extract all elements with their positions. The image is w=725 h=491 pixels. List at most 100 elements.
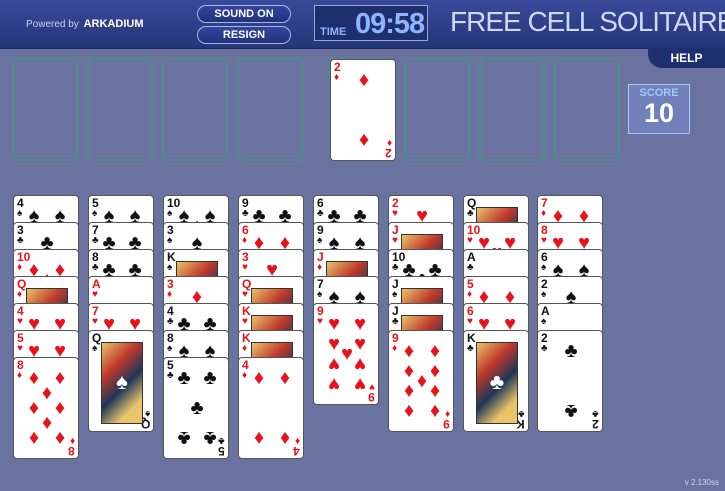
diamonds-icon: ♦ xyxy=(253,367,265,389)
tableau-card[interactable]: 8 ♦ 8 ♦ ♦ ♦ ♦ ♦ ♦ ♦ ♦ ♦ xyxy=(13,357,79,459)
version-label: v 2.130ss xyxy=(684,478,719,487)
header-bar: Powered by ARKADIUM SOUND ON RESIGN TIME… xyxy=(0,0,725,49)
clubs-icon: ♣ xyxy=(564,340,578,362)
tableau-card[interactable]: K ♣ K ♣ ♣ xyxy=(463,330,529,432)
score-box: SCORE 10 xyxy=(628,84,690,134)
clubs-icon: ♣ xyxy=(92,262,99,273)
diamonds-icon: ♦ xyxy=(541,208,547,219)
diamonds-icon: ♦ xyxy=(294,435,300,446)
clubs-icon: ♣ xyxy=(203,427,217,449)
hearts-icon: ♥ xyxy=(92,289,98,300)
tableau-card[interactable]: Q ♠ Q ♠ ♠ xyxy=(88,330,154,432)
diamonds-icon: ♦ xyxy=(17,262,23,273)
diamonds-icon: ♦ xyxy=(317,262,323,273)
foundation-4[interactable] xyxy=(554,58,620,161)
score-value: 10 xyxy=(643,98,675,128)
timer: TIME 09:58 xyxy=(314,5,428,41)
diamonds-icon: ♦ xyxy=(334,72,340,83)
foundation-2[interactable] xyxy=(404,58,470,161)
tableau-card[interactable]: 2 ♣ 2 ♣ ♣ ♣ xyxy=(537,330,603,432)
clubs-icon: ♣ xyxy=(167,316,174,327)
hearts-icon: ♥ xyxy=(354,373,366,395)
diamonds-icon: ♦ xyxy=(467,289,473,300)
hearts-icon: ♥ xyxy=(392,208,398,219)
diamonds-icon: ♦ xyxy=(358,69,370,91)
help-button[interactable]: HELP xyxy=(648,48,725,68)
brand-logo[interactable]: ARKADIUM xyxy=(84,18,144,30)
spades-icon: ♠ xyxy=(317,289,323,300)
hearts-icon: ♥ xyxy=(328,373,340,395)
diamonds-icon: ♦ xyxy=(17,289,23,300)
card-rank-bottom: 2 xyxy=(385,146,392,160)
hearts-icon: ♥ xyxy=(328,313,340,335)
hearts-icon: ♥ xyxy=(92,316,98,327)
hearts-icon: ♥ xyxy=(317,316,323,327)
free-cell-2[interactable] xyxy=(87,58,153,161)
spades-icon: ♠ xyxy=(167,343,173,354)
diamonds-icon: ♦ xyxy=(386,137,392,148)
clubs-icon: ♣ xyxy=(203,367,217,389)
clubs-icon: ♣ xyxy=(592,408,599,419)
foundation-card[interactable]: 2 ♦ 2 ♦ ♦ ♦ xyxy=(330,59,396,161)
court-figure: ♣ xyxy=(476,342,518,424)
clubs-icon: ♣ xyxy=(177,427,191,449)
spades-icon: ♠ xyxy=(167,208,173,219)
free-cell-1[interactable] xyxy=(12,58,78,161)
free-cell-3[interactable] xyxy=(162,58,228,161)
clubs-icon: ♣ xyxy=(541,343,548,354)
hearts-icon: ♥ xyxy=(392,235,398,246)
timer-label: TIME xyxy=(320,26,347,38)
resign-button[interactable]: RESIGN xyxy=(197,26,291,44)
spades-icon: ♠ xyxy=(541,289,547,300)
diamonds-icon: ♦ xyxy=(444,408,450,419)
timer-value: 09:58 xyxy=(355,8,425,40)
diamonds-icon: ♦ xyxy=(17,370,23,381)
spades-icon: ♠ xyxy=(92,343,98,354)
powered-by: Powered by ARKADIUM xyxy=(26,18,143,30)
diamonds-icon: ♦ xyxy=(167,289,173,300)
hearts-icon: ♥ xyxy=(17,343,23,354)
spades-icon: ♠ xyxy=(167,235,173,246)
tableau-card[interactable]: 9 ♦ 9 ♦ ♦ ♦ ♦ ♦ ♦ ♦ ♦ ♦ ♦ xyxy=(388,330,454,432)
spades-icon: ♠ xyxy=(17,208,23,219)
game-title: FREE CELL SOLITAIRE xyxy=(450,6,725,37)
hearts-icon: ♥ xyxy=(328,353,340,375)
spades-icon: ♠ xyxy=(392,289,398,300)
free-cell-4[interactable] xyxy=(237,58,303,161)
diamonds-icon: ♦ xyxy=(253,427,265,449)
clubs-icon: ♣ xyxy=(518,408,525,419)
tableau-card[interactable]: 5 ♣ 5 ♣ ♣ ♣ ♣ ♣ ♣ xyxy=(163,357,229,459)
diamonds-icon: ♦ xyxy=(279,427,291,449)
diamonds-icon: ♦ xyxy=(403,340,415,362)
clubs-icon: ♣ xyxy=(242,208,249,219)
diamonds-icon: ♦ xyxy=(429,380,441,402)
hearts-icon: ♥ xyxy=(354,313,366,335)
clubs-icon: ♣ xyxy=(467,343,474,354)
clubs-icon: ♣ xyxy=(190,397,204,419)
clubs-icon: ♣ xyxy=(167,370,174,381)
clubs-icon: ♣ xyxy=(467,262,474,273)
clubs-icon: ♣ xyxy=(392,316,399,327)
hearts-icon: ♥ xyxy=(541,235,547,246)
hearts-icon: ♥ xyxy=(354,353,366,375)
foundation-3[interactable] xyxy=(479,58,545,161)
sound-toggle-button[interactable]: SOUND ON xyxy=(197,5,291,23)
card-rank-bottom: 2 xyxy=(592,417,599,431)
diamonds-icon: ♦ xyxy=(28,427,40,449)
hearts-icon: ♥ xyxy=(467,235,473,246)
clubs-icon: ♣ xyxy=(92,235,99,246)
diamonds-icon: ♦ xyxy=(54,427,66,449)
hearts-icon: ♥ xyxy=(467,316,473,327)
diamonds-icon: ♦ xyxy=(242,235,248,246)
spades-icon: ♠ xyxy=(167,262,173,273)
diamonds-icon: ♦ xyxy=(242,370,248,381)
tableau-card[interactable]: 9 ♥ 9 ♥ ♥ ♥ ♥ ♥ ♥ ♥ ♥ ♥ ♥ xyxy=(313,303,379,405)
tableau-card[interactable]: 4 ♦ 4 ♦ ♦ ♦ ♦ ♦ xyxy=(238,357,304,459)
diamonds-icon: ♦ xyxy=(429,400,441,422)
spades-icon: ♠ xyxy=(92,208,98,219)
diamonds-icon: ♦ xyxy=(242,343,248,354)
hearts-icon: ♥ xyxy=(242,289,248,300)
clubs-icon: ♣ xyxy=(467,208,474,219)
diamonds-icon: ♦ xyxy=(403,380,415,402)
hearts-icon: ♥ xyxy=(242,316,248,327)
